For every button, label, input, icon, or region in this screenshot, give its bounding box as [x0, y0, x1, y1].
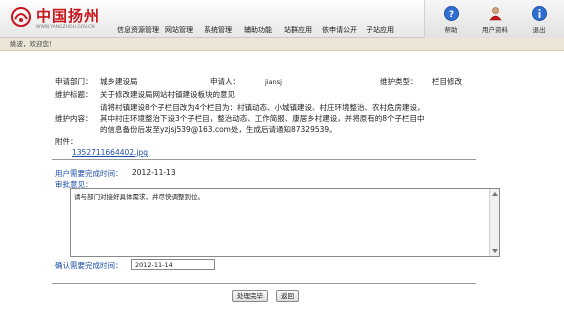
submit-button[interactable]: 处理完毕: [232, 290, 268, 302]
back-button[interactable]: 返回: [276, 290, 299, 302]
divider-bottom: [52, 283, 476, 284]
nav-item-info-resource[interactable]: 信息资源管理: [117, 25, 159, 35]
divider-top: [52, 159, 476, 160]
nav-item-site-management[interactable]: 网站管理: [165, 25, 193, 35]
help-button[interactable]: ? 帮助: [429, 6, 473, 34]
logout-label: 退出: [532, 26, 546, 34]
title-label: 维护标题：: [55, 90, 93, 99]
nav-item-auxiliary[interactable]: 辅助功能: [244, 25, 272, 35]
dept-value: 城乡建设局: [100, 77, 138, 86]
dept-label: 申请部门：: [55, 77, 93, 86]
nav-item-site-group[interactable]: 站群应用: [284, 25, 312, 35]
logo-url: WWW.YANGZHOU.GOV.CN: [36, 25, 95, 30]
attachment-link[interactable]: 1352711664402.jpg: [72, 148, 148, 157]
site-logo[interactable]: 中国扬州 WWW.YANGZHOU.GOV.CN: [10, 4, 110, 34]
welcome-text: 姚波，欢迎您！: [10, 40, 56, 48]
logout-icon: [531, 6, 547, 21]
type-value: 栏目修改: [432, 77, 462, 86]
attachment-label: 附件：: [55, 137, 78, 146]
logo-emblem-icon: [11, 7, 31, 27]
confirm-date-input[interactable]: [131, 259, 215, 270]
nav-item-subsite[interactable]: 子站应用: [366, 25, 394, 35]
due-label: 用户需要完成时间：: [55, 169, 123, 178]
logo-title: 中国扬州: [36, 7, 101, 25]
top-header: 中国扬州 WWW.YANGZHOU.GOV.CN 信息资源管理 网站管理 系统管…: [0, 0, 564, 38]
top-actions: ? 帮助 用户资料 退出: [424, 0, 564, 38]
content-line-2: 其中村庄环境整治下设3个子栏目，整治动态、工作简报、康居乡村建设，并将原有的8个…: [100, 114, 425, 123]
applicant-value: jiansj: [265, 78, 282, 86]
help-icon: ?: [443, 6, 459, 21]
user-profile-button[interactable]: 用户资料: [473, 6, 517, 34]
content-line-1: 请将村镇建设8个子栏目改为4个栏目为：村镇动态、小城镇建设、村庄环境整治、农村危…: [100, 103, 425, 112]
scroll-up-icon[interactable]: [492, 192, 498, 196]
confirm-label: 确认需要完成时间：: [55, 261, 123, 270]
user-profile-icon: [488, 7, 502, 21]
applicant-label: 申请人：: [210, 77, 240, 86]
review-textarea[interactable]: 请与部门对接好具体需求，并尽快调整到位。: [70, 188, 500, 257]
help-label: 帮助: [444, 26, 458, 34]
nav-item-system-management[interactable]: 系统管理: [204, 25, 232, 35]
due-value: 2012-11-13: [132, 168, 176, 177]
welcome-bar: 姚波，欢迎您！: [0, 38, 564, 51]
svg-text:?: ?: [448, 10, 453, 20]
scroll-down-icon[interactable]: [492, 249, 498, 253]
content-line-3: 的信息备份后发至yzjsj539@163.com处，生成后请通知87329539…: [100, 125, 337, 134]
type-label: 维护类型：: [380, 77, 418, 86]
review-scrollbar[interactable]: [489, 189, 499, 256]
logout-button[interactable]: 退出: [517, 6, 561, 34]
user-profile-label: 用户资料: [482, 26, 508, 34]
title-value: 关于修改建设局网站村镇建设板块的意见: [100, 90, 235, 99]
nav-item-request-disclosure[interactable]: 依申请公开: [322, 25, 357, 35]
content-label: 维护内容：: [55, 114, 93, 123]
